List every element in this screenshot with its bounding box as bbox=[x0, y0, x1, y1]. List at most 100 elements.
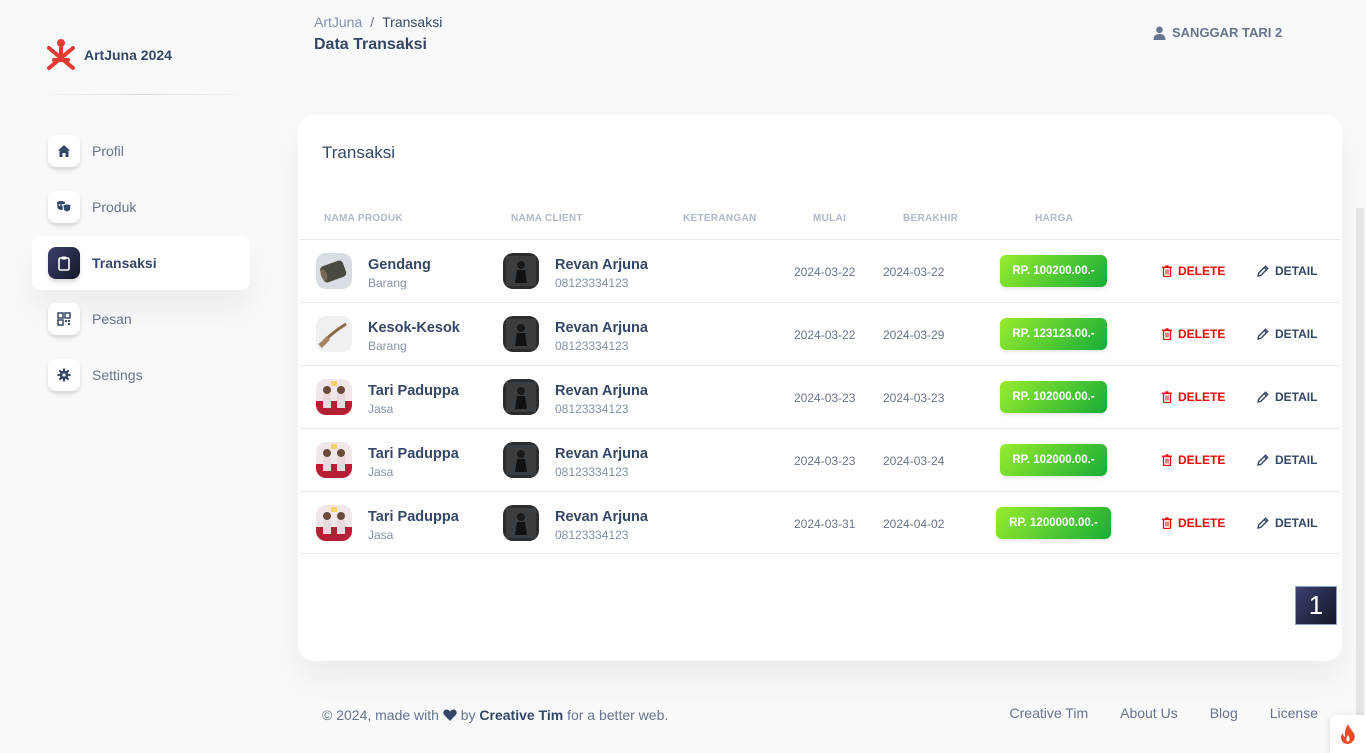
delete-label: DELETE bbox=[1178, 264, 1226, 278]
breadcrumb: ArtJuna / Transaksi bbox=[314, 14, 442, 30]
column-header-harga: Harga bbox=[1035, 213, 1074, 224]
table-row: Tari Paduppa Jasa Revan Arjuna 08123334123 2… bbox=[300, 491, 1340, 554]
column-header-nama-produk: Nama Produk bbox=[324, 213, 404, 224]
sidebar-item-pesan[interactable]: Pesan bbox=[32, 292, 250, 346]
trash-icon bbox=[1162, 517, 1172, 529]
client-name: Revan Arjuna bbox=[555, 320, 648, 336]
trash-icon bbox=[1162, 265, 1172, 277]
pencil-icon bbox=[1257, 265, 1269, 277]
client-phone: 08123334123 bbox=[555, 528, 629, 542]
product-name: Tari Paduppa bbox=[368, 446, 459, 462]
detail-button[interactable]: DETAIL bbox=[1257, 390, 1317, 404]
delete-label: DELETE bbox=[1178, 516, 1226, 530]
client-name: Revan Arjuna bbox=[555, 383, 648, 399]
user-icon bbox=[1153, 26, 1166, 40]
table-row: Tari Paduppa Jasa Revan Arjuna 08123334123 2… bbox=[300, 428, 1340, 491]
scrollbar[interactable] bbox=[1356, 208, 1364, 753]
delete-button[interactable]: DELETE bbox=[1162, 390, 1225, 404]
divider bbox=[36, 94, 251, 95]
sidebar-item-label: Settings bbox=[92, 367, 143, 383]
trash-icon bbox=[1162, 454, 1172, 466]
delete-button[interactable]: DELETE bbox=[1162, 264, 1225, 278]
detail-label: DETAIL bbox=[1275, 453, 1318, 467]
client-avatar bbox=[503, 442, 539, 478]
end-date: 2024-03-24 bbox=[883, 454, 945, 468]
client-phone: 08123334123 bbox=[555, 402, 629, 416]
end-date: 2024-04-02 bbox=[883, 517, 945, 531]
brand-name: ArtJuna 2024 bbox=[84, 47, 172, 63]
breadcrumb-current: Transaksi bbox=[382, 14, 443, 30]
sidebar-item-profil[interactable]: Profil bbox=[32, 124, 250, 178]
end-date: 2024-03-23 bbox=[883, 391, 945, 405]
home-icon bbox=[48, 135, 80, 167]
start-date: 2024-03-22 bbox=[794, 265, 856, 279]
detail-label: DETAIL bbox=[1275, 516, 1318, 530]
brand[interactable]: ArtJuna 2024 bbox=[46, 38, 172, 72]
qrcode-icon bbox=[48, 303, 80, 335]
product-image bbox=[316, 505, 352, 541]
product-category: Barang bbox=[368, 276, 407, 290]
sidebar-item-settings[interactable]: Settings bbox=[32, 348, 250, 402]
product-category: Jasa bbox=[368, 402, 394, 416]
start-date: 2024-03-22 bbox=[794, 328, 856, 342]
user-name: SANGGAR TARI 2 bbox=[1172, 25, 1283, 40]
product-category: Jasa bbox=[368, 465, 394, 479]
sidebar-item-produk[interactable]: Produk bbox=[32, 180, 250, 234]
detail-label: DETAIL bbox=[1275, 264, 1318, 278]
breadcrumb-root[interactable]: ArtJuna bbox=[314, 14, 362, 30]
start-date: 2024-03-23 bbox=[794, 391, 856, 405]
end-date: 2024-03-22 bbox=[883, 265, 945, 279]
user-menu[interactable]: SANGGAR TARI 2 bbox=[1153, 25, 1282, 40]
artjuna-logo-icon bbox=[47, 39, 75, 70]
heart-icon bbox=[443, 709, 457, 721]
pencil-icon bbox=[1257, 517, 1269, 529]
product-name: Tari Paduppa bbox=[368, 383, 459, 399]
column-header-mulai: Mulai bbox=[813, 213, 847, 224]
page-title: Data Transaksi bbox=[314, 36, 427, 53]
table-row: Tari Paduppa Jasa Revan Arjuna 08123334123 2… bbox=[300, 365, 1340, 428]
pencil-icon bbox=[1257, 328, 1269, 340]
sidebar-nav: Profil Produk Transaksi Pesan Settings bbox=[32, 124, 250, 404]
client-avatar bbox=[503, 505, 539, 541]
price-badge: RP. 102000.00.- bbox=[1000, 444, 1107, 476]
detail-button[interactable]: DETAIL bbox=[1257, 327, 1317, 341]
delete-button[interactable]: DELETE bbox=[1162, 453, 1225, 467]
delete-button[interactable]: DELETE bbox=[1162, 327, 1225, 341]
start-date: 2024-03-31 bbox=[794, 517, 856, 531]
footer-link-license[interactable]: License bbox=[1270, 705, 1318, 721]
product-image bbox=[316, 316, 352, 352]
client-phone: 08123334123 bbox=[555, 339, 629, 353]
client-name: Revan Arjuna bbox=[555, 509, 648, 525]
product-name: Gendang bbox=[368, 257, 431, 273]
fire-icon bbox=[1341, 724, 1355, 744]
delete-label: DELETE bbox=[1178, 327, 1226, 341]
sidebar-item-label: Transaksi bbox=[92, 255, 157, 271]
client-avatar bbox=[503, 253, 539, 289]
sidebar: ArtJuna 2024 Profil Produk Transaksi Pes… bbox=[16, 16, 266, 736]
fixed-plugin-button[interactable] bbox=[1330, 715, 1366, 753]
footer-links: Creative Tim About Us Blog License bbox=[1010, 705, 1318, 721]
footer-by: by bbox=[460, 707, 476, 723]
footer-author-link[interactable]: Creative Tim bbox=[479, 707, 563, 723]
footer-link-about-us[interactable]: About Us bbox=[1120, 705, 1178, 721]
clipboard-icon bbox=[48, 247, 80, 279]
trash-icon bbox=[1162, 391, 1172, 403]
footer-link-blog[interactable]: Blog bbox=[1210, 705, 1238, 721]
sidebar-item-label: Pesan bbox=[92, 311, 132, 327]
detail-button[interactable]: DETAIL bbox=[1257, 264, 1317, 278]
column-header-berakhir: Berakhir bbox=[903, 213, 959, 224]
footer-link-creative-tim[interactable]: Creative Tim bbox=[1010, 705, 1089, 721]
price-badge: RP. 1200000.00.- bbox=[996, 507, 1111, 539]
start-date: 2024-03-23 bbox=[794, 454, 856, 468]
delete-button[interactable]: DELETE bbox=[1162, 516, 1225, 530]
detail-button[interactable]: DETAIL bbox=[1257, 453, 1317, 467]
pagination-page-1[interactable]: 1 bbox=[1295, 586, 1337, 625]
detail-button[interactable]: DETAIL bbox=[1257, 516, 1317, 530]
sidebar-item-transaksi[interactable]: Transaksi bbox=[32, 236, 250, 290]
price-badge: RP. 102000.00.- bbox=[1000, 381, 1107, 413]
product-category: Jasa bbox=[368, 528, 394, 542]
column-header-keterangan: Keterangan bbox=[683, 213, 757, 224]
client-avatar bbox=[503, 379, 539, 415]
product-name: Tari Paduppa bbox=[368, 509, 459, 525]
product-image bbox=[316, 253, 352, 289]
